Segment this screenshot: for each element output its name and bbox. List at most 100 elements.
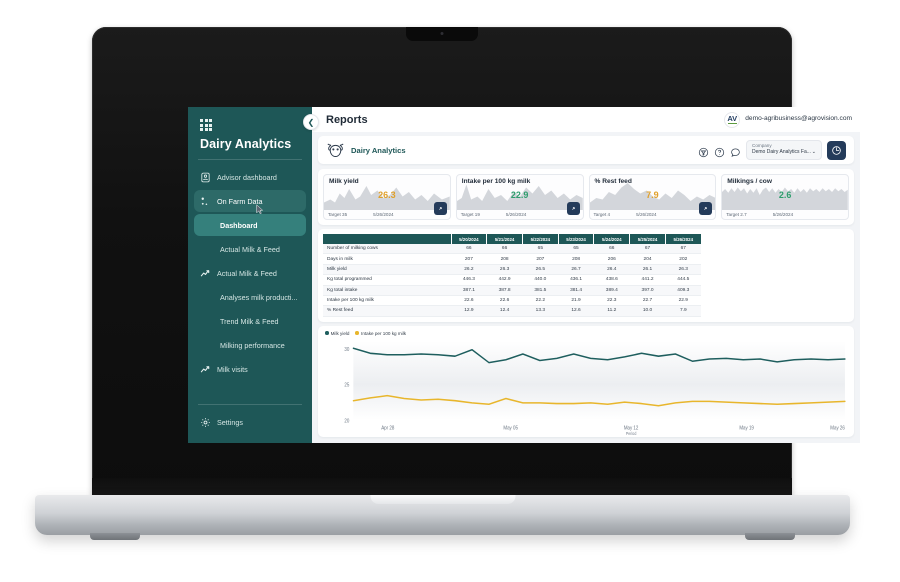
row-label: Intake per 100 kg milk	[323, 295, 451, 307]
row-label: % Rest feed	[323, 305, 451, 317]
sidebar-item-trend-milk-feed[interactable]: Trend Milk & Feed	[194, 310, 306, 332]
kpi-target: Target 2.7	[726, 212, 747, 217]
laptop-foot-left	[90, 533, 140, 540]
cell: 67	[665, 244, 702, 255]
cell: 438.6	[593, 274, 630, 286]
sidebar-item-milk-visits[interactable]: Milk visits	[194, 358, 306, 380]
sidebar-item-milking-performance[interactable]: Milking performance	[194, 334, 306, 356]
cell: 66	[593, 244, 630, 255]
table-row: % Rest feed 12.9 12.4 13.3 12.6 11.2 10.…	[323, 305, 702, 317]
sidebar-item-analyses-milk-production[interactable]: Analyses milk producti...	[194, 286, 306, 308]
cell: 22.3	[593, 295, 630, 307]
main-content: ❮ Reports AV demo-agribusiness@agrovisio…	[303, 107, 860, 443]
kpi-value: 22.9	[510, 190, 529, 200]
sidebar: Dairy Analytics Advisor dashboard On Far…	[188, 107, 312, 443]
kpi-value: 26.3	[378, 190, 396, 200]
sidebar-item-label: Trend Milk & Feed	[220, 316, 279, 326]
svg-text:25: 25	[344, 382, 349, 389]
sidebar-brand: Dairy Analytics	[200, 137, 292, 152]
table-head: 5/20/2024 5/21/2024 5/22/2024 5/23/2024 …	[323, 234, 702, 244]
clock-report-icon[interactable]	[827, 140, 846, 160]
logo-text: AV	[727, 113, 738, 123]
cell: 26.7	[558, 264, 594, 276]
sidebar-nav: Advisor dashboard On Farm Data Dashboard	[188, 166, 312, 398]
kpi-expand-button[interactable]	[433, 202, 447, 215]
legend-swatch	[325, 331, 329, 335]
sidebar-item-advisor-dashboard[interactable]: Advisor dashboard	[194, 166, 306, 188]
advisor-icon	[200, 172, 211, 183]
cell: 381.4	[558, 285, 594, 296]
chat-icon[interactable]	[730, 145, 741, 157]
cell: 66	[451, 244, 487, 255]
cell: 22.6	[451, 295, 487, 307]
company-select[interactable]: Company Demo Dairy Analytics Fa... ⌄	[746, 140, 822, 160]
kpi-title: Intake per 100 kg milk	[461, 178, 531, 185]
kpi-value: 2.6	[778, 190, 792, 200]
laptop-foot-right	[745, 533, 795, 540]
cell: 26.4	[593, 264, 630, 276]
screenshot-stage: Dairy Analytics Advisor dashboard On Far…	[0, 0, 900, 582]
toolbar-title: Dairy Analytics	[351, 145, 406, 155]
cell: 22.7	[629, 295, 666, 307]
laptop-base	[35, 495, 850, 540]
sidebar-item-on-farm-data[interactable]: On Farm Data	[194, 190, 306, 213]
cell: 389.4	[593, 285, 630, 296]
grid-icon[interactable]	[200, 119, 312, 132]
line-chart: 202530Apr 28 May 05 May 12 May 19 May 26Peri…	[344, 340, 846, 435]
agrovision-logo: AV	[724, 111, 741, 128]
kpi-card-milkings-per-cow[interactable]: Milkings / cow 2.6 Target 2.7 5/26/2024	[721, 174, 849, 220]
kpi-card-milk-yield[interactable]: Milk yield 26.3 Target 35 5/26/2024	[323, 174, 451, 220]
cell: 208	[486, 253, 523, 265]
table-row: Kg total intake 387.1 387.8 381.5 381.4 …	[323, 285, 702, 296]
data-table-panel: 5/20/2024 5/21/2024 5/22/2024 5/23/2024 …	[318, 229, 854, 322]
back-button[interactable]: ❮	[303, 114, 319, 130]
gear-icon	[200, 417, 211, 428]
kpi-footer: Target 4 5/26/2024	[594, 212, 712, 217]
cell: 26.2	[451, 264, 487, 276]
sidebar-item-label: Advisor dashboard	[217, 172, 277, 182]
table-col-header: 5/20/2024	[451, 234, 488, 244]
account-area[interactable]: AV demo-agribusiness@agrovision.com	[724, 111, 852, 128]
cell: 66	[486, 244, 523, 255]
laptop-lid: Dairy Analytics Advisor dashboard On Far…	[92, 27, 860, 497]
table-row: Number of milking cows 66 66 65 65 66 67…	[323, 244, 702, 255]
row-label: Kg total intake	[323, 285, 451, 296]
row-label: Number of milking cows	[323, 244, 451, 255]
filter-icon[interactable]	[698, 145, 709, 157]
sidebar-item-actual-milk-feed-2[interactable]: Actual Milk & Feed	[194, 262, 306, 284]
sidebar-item-label: Milking performance	[220, 340, 285, 350]
kpi-date: 5/26/2024	[505, 212, 527, 217]
row-label: Milk yield	[323, 264, 451, 276]
sidebar-item-actual-milk-feed-1[interactable]: Actual Milk & Feed	[194, 238, 306, 260]
base-notch	[370, 495, 515, 504]
cow-head-icon	[326, 142, 345, 158]
chart-plot-area: 20 25 30 Apr 28 May 05 May 12 May 19 May 26 Peri…	[323, 336, 849, 435]
company-value: Demo Dairy Analytics Fa...	[752, 149, 811, 156]
cell: 12.6	[558, 305, 594, 317]
trend-chart-panel: Milk yield Intake per 100 kg milk 20 25 30…	[318, 325, 854, 437]
row-label: Days in milk	[323, 253, 451, 265]
help-icon[interactable]	[714, 145, 725, 157]
svg-text:20: 20	[344, 418, 349, 425]
table-body: Number of milking cows 66 66 65 65 66 67…	[323, 244, 702, 317]
kpi-expand-button[interactable]	[566, 202, 580, 215]
sidebar-item-label: Actual Milk & Feed	[217, 268, 277, 278]
cell: 26.3	[665, 264, 702, 276]
cell: 12.4	[486, 305, 523, 317]
cell: 11.2	[593, 305, 630, 317]
kpi-expand-button[interactable]	[699, 202, 713, 215]
sidebar-item-dashboard[interactable]: Dashboard	[194, 214, 306, 237]
sidebar-item-settings[interactable]: Settings	[194, 411, 306, 433]
kpi-card-intake-per-100kg[interactable]: Intake per 100 kg milk 22.9 Target 19 5/…	[455, 174, 584, 220]
kpi-card-rest-feed[interactable]: % Rest feed 7.9 Target 4 5/26/2024	[588, 174, 717, 220]
chevron-down-icon: ⌄	[811, 149, 816, 156]
kpi-row: Milk yield 26.3 Target 35 5/26/2024 Inta…	[323, 174, 849, 220]
kpi-footer: Target 19 5/26/2024	[461, 212, 579, 217]
table-row: Intake per 100 kg milk 22.6 22.6 22.2 21…	[323, 295, 702, 307]
kpi-target: Target 19	[460, 212, 480, 217]
screen: Dairy Analytics Advisor dashboard On Far…	[188, 107, 860, 443]
cell: 409.3	[665, 285, 702, 296]
cell: 21.9	[558, 295, 594, 307]
table-col-header: 5/25/2024	[629, 234, 666, 244]
data-points-icon	[200, 196, 211, 207]
